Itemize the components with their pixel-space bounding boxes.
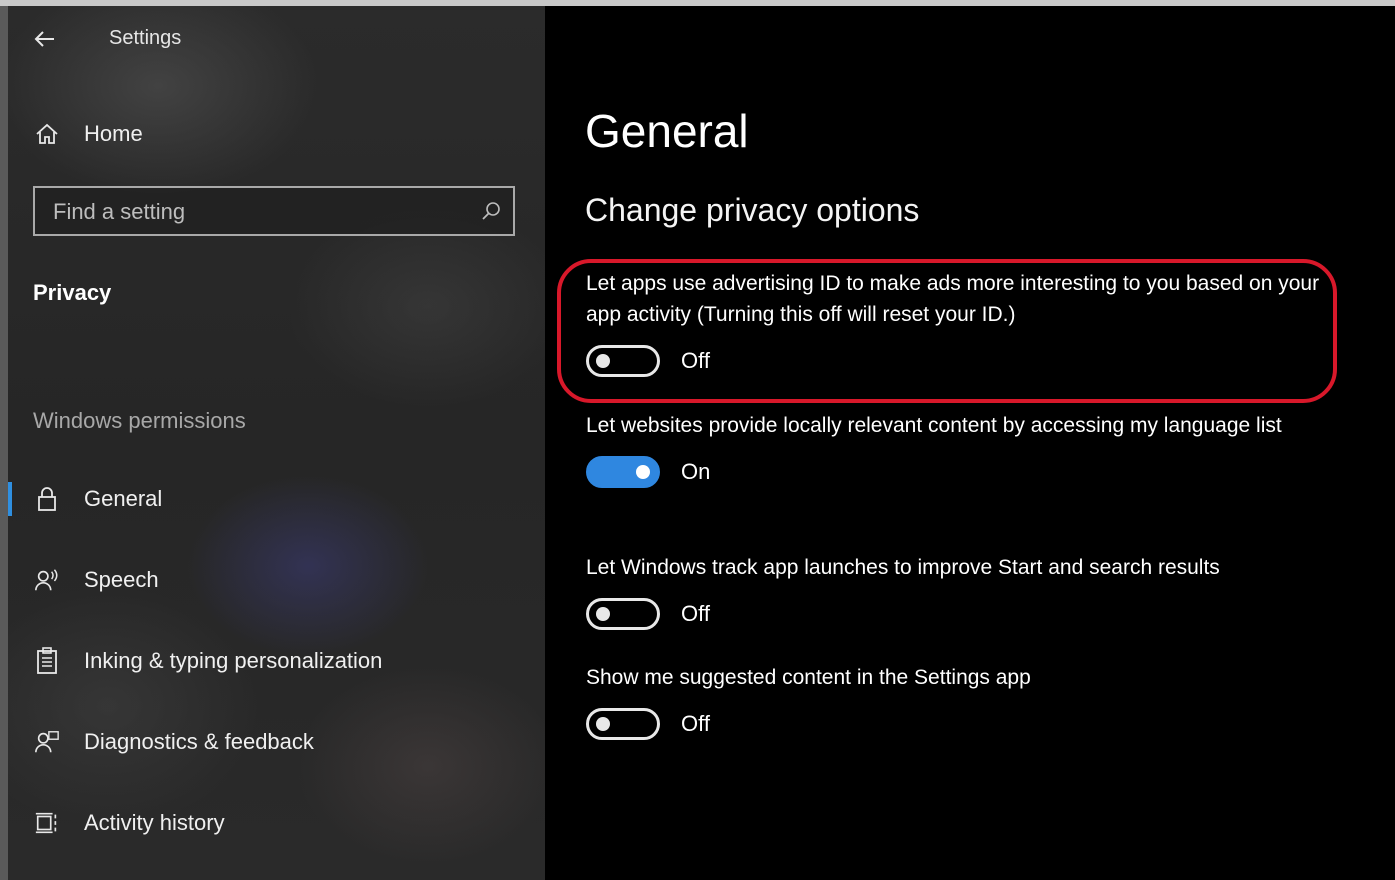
suggested-content-toggle[interactable] xyxy=(586,708,660,740)
toggle-knob xyxy=(596,717,610,731)
sidebar-item-label: Inking & typing personalization xyxy=(84,648,383,673)
toggle-knob xyxy=(596,354,610,368)
toggle-row: Off xyxy=(586,343,1346,379)
page-title: General xyxy=(585,105,749,157)
language-list-toggle[interactable] xyxy=(586,456,660,488)
setting-description: Show me suggested content in the Setting… xyxy=(586,666,1031,689)
setting-suggested-content: Show me suggested content in the Setting… xyxy=(586,662,1346,742)
settings-window: Settings Home Privacy Windows permission… xyxy=(8,6,1395,880)
search-input[interactable] xyxy=(51,197,475,227)
sidebar-item-label: General xyxy=(84,486,163,511)
toggle-state-label: Off xyxy=(681,601,710,626)
nav-home-label: Home xyxy=(84,121,143,146)
home-icon xyxy=(34,121,60,147)
setting-track-app-launches: Let Windows track app launches to improv… xyxy=(586,552,1346,632)
setting-advertising-id: Let apps use advertising ID to make ads … xyxy=(586,268,1346,379)
toggle-row: Off xyxy=(586,596,1346,632)
sidebar-item-diagnostics[interactable]: Diagnostics & feedback xyxy=(8,718,545,766)
activity-history-icon xyxy=(34,810,60,836)
setting-language-list: Let websites provide locally relevant co… xyxy=(586,410,1346,490)
sidebar-item-general[interactable]: General xyxy=(8,475,545,523)
back-button[interactable] xyxy=(32,26,62,54)
search-icon[interactable] xyxy=(481,201,501,221)
app-title: Settings xyxy=(109,27,182,49)
setting-description: Let websites provide locally relevant co… xyxy=(586,414,1282,437)
title-bar: Settings xyxy=(8,18,545,58)
advertising-id-toggle[interactable] xyxy=(586,345,660,377)
speech-icon xyxy=(34,567,60,593)
toggle-row: Off xyxy=(586,706,1346,742)
search-box[interactable] xyxy=(33,186,515,236)
nav-home[interactable]: Home xyxy=(8,110,545,158)
sidebar-item-label: Activity history xyxy=(84,810,225,835)
sidebar-item-label: Diagnostics & feedback xyxy=(84,729,314,754)
back-arrow-icon xyxy=(34,31,54,47)
group-title: Windows permissions xyxy=(33,408,246,433)
sidebar-item-speech[interactable]: Speech xyxy=(8,556,545,604)
setting-description: Let apps use advertising ID to make ads … xyxy=(586,272,1320,326)
toggle-knob xyxy=(636,465,650,479)
section-title: Privacy xyxy=(33,280,112,305)
toggle-row: On xyxy=(586,454,1346,490)
lock-icon xyxy=(34,486,60,512)
sidebar-item-label: Speech xyxy=(84,567,159,592)
track-app-launches-toggle[interactable] xyxy=(586,598,660,630)
sidebar-item-inking[interactable]: Inking & typing personalization xyxy=(8,637,545,685)
window-left-border xyxy=(0,6,8,880)
toggle-state-label: Off xyxy=(681,711,710,736)
setting-description: Let Windows track app launches to improv… xyxy=(586,556,1220,579)
main-content: General Change privacy options Let apps … xyxy=(545,6,1395,880)
toggle-state-label: On xyxy=(681,459,711,484)
toggle-state-label: Off xyxy=(681,348,710,373)
sidebar: Settings Home Privacy Windows permission… xyxy=(8,6,545,880)
sidebar-item-activity-history[interactable]: Activity history xyxy=(8,799,545,847)
toggle-knob xyxy=(596,607,610,621)
section-subtitle: Change privacy options xyxy=(585,192,920,228)
clipboard-icon xyxy=(34,647,60,674)
feedback-icon xyxy=(34,729,60,755)
